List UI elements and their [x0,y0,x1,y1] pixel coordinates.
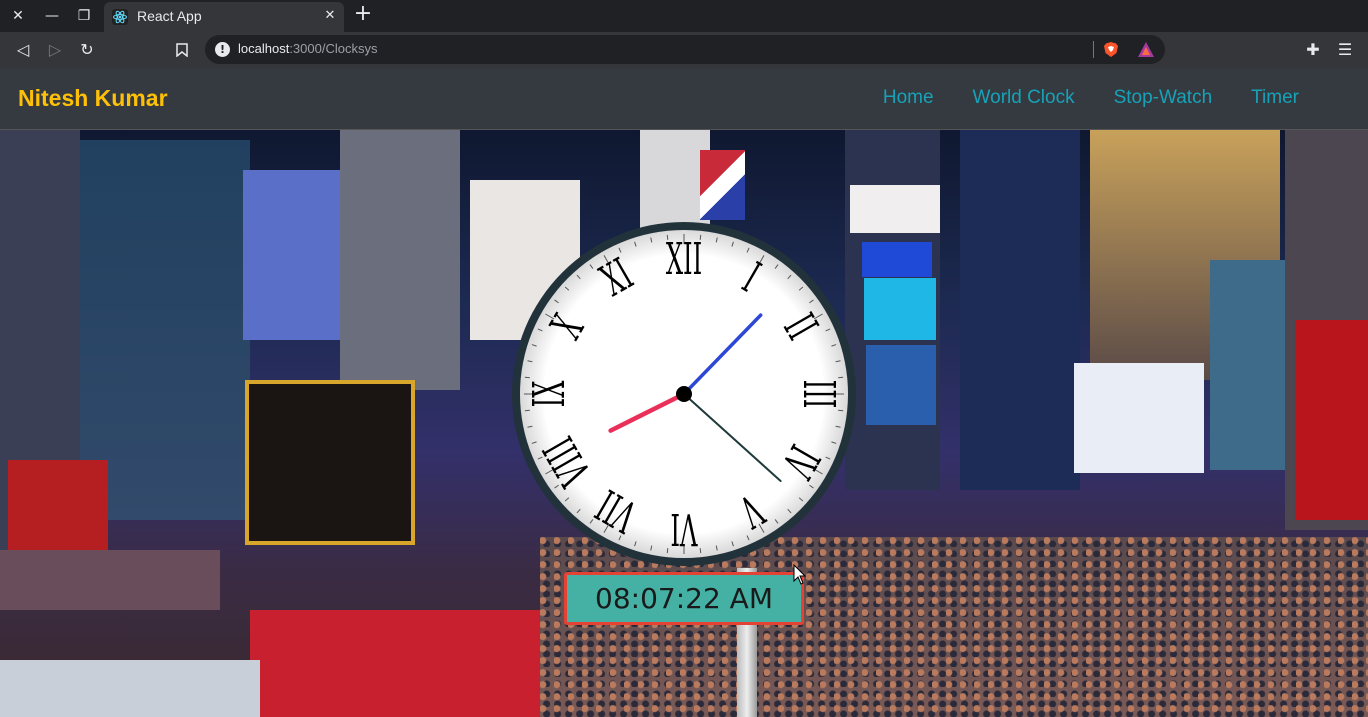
sightseeing-bus [250,610,545,717]
back-icon[interactable]: ◁ [11,38,35,62]
brand-link[interactable]: Nitesh Kumar [18,85,168,112]
building [340,130,460,390]
browser-tabbar: ✕ — ❐ React App ✕ + [0,0,1368,32]
billboard [1074,363,1204,473]
billboard [1295,320,1368,520]
nav-link-stop-watch[interactable]: Stop-Watch [1114,87,1213,109]
brave-rewards-icon[interactable] [1137,41,1155,58]
clock-face: XII IIIIIIIVVVIVIIVIIIIXXXI [512,222,856,566]
clock-numeral: III [793,380,844,409]
clock-numeral: VI [670,503,698,554]
billboard [850,185,940,233]
omnibox-divider [1093,41,1094,58]
restore-icon[interactable]: ❐ [73,5,95,27]
flag [700,150,745,220]
extensions-icon[interactable]: ✚ [1301,38,1325,62]
mouse-cursor-icon [793,564,807,585]
reload-icon[interactable]: ↻ [75,38,99,62]
tab-title: React App [137,8,202,24]
digital-time-text: 08:07:22 AM [595,582,773,615]
menu-icon[interactable]: ☰ [1333,38,1357,62]
billboard [8,460,108,550]
clock-numeral: IX [525,380,576,407]
brave-shields-icon[interactable] [1103,41,1119,58]
clock-numeral: XII [666,235,702,286]
info-icon[interactable]: ! [215,42,230,57]
navbar: Nitesh Kumar Home World Clock Stop-Watch… [0,68,1368,130]
close-window-icon[interactable]: ✕ [7,5,29,27]
nav-link-home[interactable]: Home [883,87,934,109]
nav-links: Home World Clock Stop-Watch Timer [883,87,1299,109]
browser-toolbar: ◁ ▷ ↻ ! localhost:3000/Clocksys ✚ ☰ [0,32,1368,68]
billboard [1210,260,1290,470]
address-bar[interactable]: ! localhost:3000/Clocksys [205,35,1165,64]
billboard [245,380,415,545]
clock-tick [838,376,844,379]
new-tab-icon[interactable]: + [352,3,374,26]
building [960,130,1080,490]
clock-tick [524,409,530,412]
url-text: localhost:3000/Clocksys [238,41,378,56]
billboard [864,278,936,340]
nav-link-timer[interactable]: Timer [1251,87,1299,109]
clock-center-pin [676,386,692,402]
clock-tick [524,376,530,379]
building [0,550,220,610]
billboard [862,242,932,277]
billboard [243,170,340,340]
tab-react-app[interactable]: React App ✕ [104,2,344,32]
clock-tick [666,548,669,554]
billboard [866,345,936,425]
clock-tick [838,409,844,412]
page: Nitesh Kumar Home World Clock Stop-Watch… [0,68,1368,717]
forward-icon[interactable]: ▷ [43,38,67,62]
minimize-icon[interactable]: — [41,5,63,27]
tab-close-icon[interactable]: ✕ [320,6,340,26]
nav-link-world-clock[interactable]: World Clock [973,87,1075,109]
analog-clock: XII I II III IV V VI VII VIII IX X XI [508,218,860,570]
city-bus [0,660,260,717]
react-icon [112,9,128,25]
bookmark-icon[interactable] [170,38,194,62]
clock-tick [699,548,702,554]
digital-time-display: 08:07:22 AM [564,572,804,625]
